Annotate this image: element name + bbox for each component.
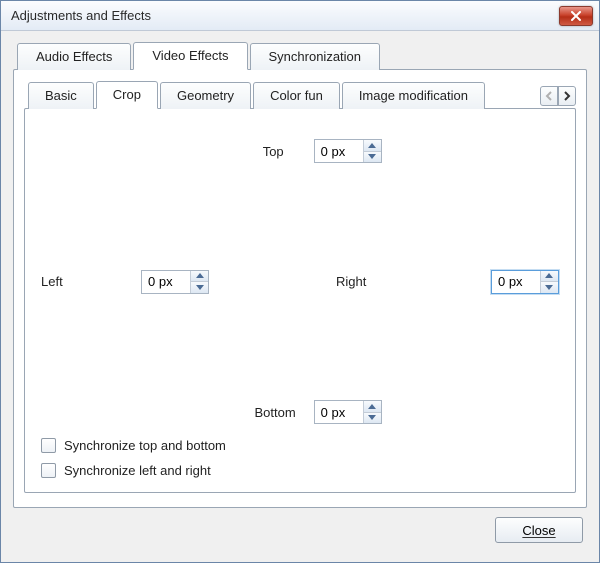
chevron-up-icon	[368, 404, 376, 409]
close-button-label: Close	[522, 523, 555, 538]
subtab-image-modification[interactable]: Image modification	[342, 82, 485, 109]
crop-bottom-spin-buttons	[363, 401, 381, 423]
chevron-up-icon	[196, 273, 204, 278]
crop-top-step-down[interactable]	[364, 152, 381, 163]
footer: Close	[13, 508, 587, 552]
crop-right-input[interactable]	[492, 271, 540, 293]
crop-top-spinbox[interactable]	[314, 139, 382, 163]
crop-left-spinbox[interactable]	[141, 270, 209, 294]
chevron-down-icon	[196, 285, 204, 290]
crop-bottom-input[interactable]	[315, 401, 363, 423]
sub-tabs-row: Basic Crop Geometry Color fun Image modi…	[28, 80, 576, 108]
chevron-left-icon	[545, 91, 553, 101]
crop-bottom-step-up[interactable]	[364, 401, 381, 413]
window-close-button[interactable]	[559, 6, 593, 26]
crop-right-spinbox[interactable]	[491, 270, 559, 294]
subtab-scroll-right[interactable]	[558, 86, 576, 106]
tab-audio-effects[interactable]: Audio Effects	[17, 43, 131, 70]
crop-top-step-up[interactable]	[364, 140, 381, 152]
sync-top-bottom-row: Synchronize top and bottom	[41, 438, 559, 453]
crop-sync-options: Synchronize top and bottom Synchronize l…	[41, 438, 559, 478]
sync-left-right-label: Synchronize left and right	[64, 463, 211, 478]
crop-right-step-down[interactable]	[541, 282, 558, 293]
video-effects-panel: Basic Crop Geometry Color fun Image modi…	[13, 69, 587, 508]
chevron-right-icon	[563, 91, 571, 101]
crop-bottom-spinbox[interactable]	[314, 400, 382, 424]
chevron-down-icon	[368, 415, 376, 420]
tab-synchronization[interactable]: Synchronization	[250, 43, 381, 70]
crop-left-input[interactable]	[142, 271, 190, 293]
crop-left-step-up[interactable]	[191, 271, 208, 283]
window: Adjustments and Effects Audio Effects Vi…	[0, 0, 600, 563]
client-area: Audio Effects Video Effects Synchronizat…	[1, 31, 599, 562]
main-tabs: Audio Effects Video Effects Synchronizat…	[17, 41, 587, 69]
crop-top-label: Top	[263, 144, 314, 159]
subtab-geometry[interactable]: Geometry	[160, 82, 251, 109]
close-icon	[571, 11, 581, 21]
sync-top-bottom-checkbox[interactable]	[41, 438, 56, 453]
crop-panel: Top Left	[24, 108, 576, 493]
chevron-up-icon	[368, 143, 376, 148]
subtab-crop[interactable]: Crop	[96, 81, 158, 109]
titlebar: Adjustments and Effects	[1, 1, 599, 31]
subtab-scroll	[540, 86, 576, 106]
window-title: Adjustments and Effects	[11, 8, 559, 23]
chevron-down-icon	[368, 154, 376, 159]
subtab-colorfun[interactable]: Color fun	[253, 82, 340, 109]
crop-right-spin-buttons	[540, 271, 558, 293]
crop-left-label: Left	[41, 274, 141, 289]
tab-video-effects[interactable]: Video Effects	[133, 42, 247, 70]
chevron-down-icon	[545, 285, 553, 290]
chevron-up-icon	[545, 273, 553, 278]
crop-bottom-step-down[interactable]	[364, 413, 381, 424]
subtab-basic[interactable]: Basic	[28, 82, 94, 109]
crop-top-input[interactable]	[315, 140, 363, 162]
crop-top-spin-buttons	[363, 140, 381, 162]
crop-grid: Top Left	[41, 131, 559, 432]
subtab-scroll-left[interactable]	[540, 86, 558, 106]
crop-right-label: Right	[336, 274, 386, 289]
crop-right-step-up[interactable]	[541, 271, 558, 283]
sync-left-right-row: Synchronize left and right	[41, 463, 559, 478]
sync-top-bottom-label: Synchronize top and bottom	[64, 438, 226, 453]
sync-left-right-checkbox[interactable]	[41, 463, 56, 478]
crop-left-step-down[interactable]	[191, 282, 208, 293]
close-button[interactable]: Close	[495, 517, 583, 543]
crop-bottom-label: Bottom	[254, 405, 313, 420]
sub-tabs: Basic Crop Geometry Color fun Image modi…	[28, 80, 538, 108]
crop-left-spin-buttons	[190, 271, 208, 293]
